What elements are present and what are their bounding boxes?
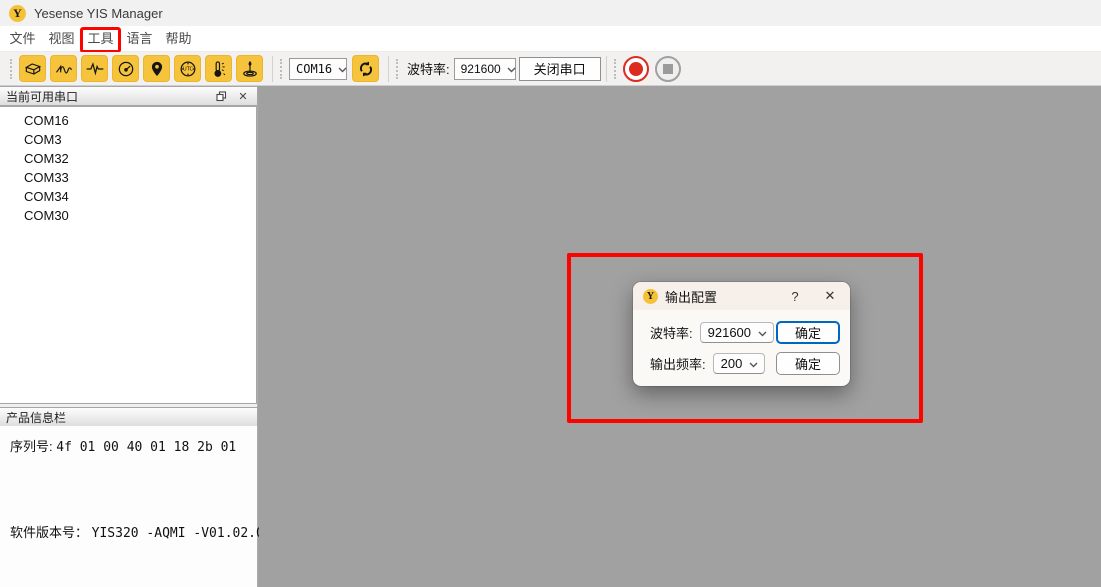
cube-3d-icon — [23, 59, 43, 79]
toolbar-grip-icon — [396, 59, 399, 79]
serial-number-label: 序列号: — [10, 439, 53, 454]
attitude-wave-button[interactable] — [50, 55, 77, 82]
toolbar-separator — [606, 56, 607, 82]
serial-number-value: 4f 01 00 40 01 18 2b 01 — [56, 440, 236, 455]
product-info-title: 产品信息栏 — [6, 409, 66, 426]
port-list-item[interactable]: COM33 — [0, 168, 256, 187]
dialog-baud-value: 921600 — [708, 325, 751, 340]
serial-panel-header: 当前可用串口 ✕ — [0, 86, 258, 106]
record-icon — [629, 62, 643, 76]
port-list-item[interactable]: COM30 — [0, 206, 256, 225]
product-info-body: 序列号: 4f 01 00 40 01 18 2b 01 软件版本号： YIS3… — [0, 426, 257, 587]
dialog-baud-combo[interactable]: 921600 — [700, 322, 774, 343]
gauge-icon — [116, 59, 136, 79]
gauge-button[interactable] — [112, 55, 139, 82]
menu-view[interactable]: 视图 — [42, 27, 81, 51]
menu-language[interactable]: 语言 — [120, 27, 159, 51]
baud-combo[interactable]: 921600 — [454, 58, 516, 80]
dialog-output-rate-value: 200 — [721, 356, 743, 371]
utc-time-button[interactable]: UTC — [174, 55, 201, 82]
output-rate-row: 输出频率: 200 确定 — [633, 352, 850, 374]
close-serial-port-button[interactable]: 关闭串口 — [519, 57, 601, 81]
baud-ok-button[interactable]: 确定 — [776, 321, 840, 344]
port-list-item[interactable]: COM3 — [0, 130, 256, 149]
location-button[interactable] — [143, 55, 170, 82]
chevron-down-icon — [507, 62, 516, 76]
menu-file[interactable]: 文件 — [3, 27, 42, 51]
firmware-version-value: YIS320 -AQMI -V01.02.03; — [92, 526, 280, 541]
baud-rate-row: 波特率: 921600 确定 — [633, 321, 850, 343]
baud-rate-label: 波特率: — [407, 59, 450, 78]
dialog-help-button[interactable]: ? — [786, 289, 804, 304]
refresh-ports-button[interactable] — [352, 55, 379, 82]
dialog-close-button[interactable]: ✕ — [820, 288, 840, 304]
toolbar-grip-icon — [10, 59, 13, 79]
window-title: Yesense YIS Manager — [34, 6, 163, 21]
port-combo-value: COM16 — [296, 62, 332, 76]
dialog-title-bar: Y 输出配置 ? ✕ — [633, 282, 850, 310]
serial-panel-title: 当前可用串口 — [6, 88, 78, 105]
port-combo[interactable]: COM16 — [289, 58, 347, 80]
title-bar: Y Yesense YIS Manager — [0, 0, 1101, 26]
toolbar-grip-icon — [614, 59, 617, 79]
port-list-item[interactable]: COM34 — [0, 187, 256, 206]
stop-icon — [663, 64, 673, 74]
serial-number-row: 序列号: 4f 01 00 40 01 18 2b 01 — [10, 436, 236, 455]
dialog-output-rate-label: 输出频率: — [650, 354, 706, 373]
output-rate-ok-button[interactable]: 确定 — [776, 352, 840, 375]
menu-help[interactable]: 帮助 — [159, 27, 198, 51]
pulse-wave-button[interactable] — [81, 55, 108, 82]
utc-clock-icon: UTC — [178, 59, 198, 79]
temperature-button[interactable] — [205, 55, 232, 82]
close-panel-icon[interactable]: ✕ — [235, 88, 251, 104]
toolbar: UTC COM16 波特率: 921600 关闭串口 — [0, 52, 1101, 86]
toolbar-separator — [272, 56, 273, 82]
float-panel-icon[interactable] — [213, 88, 229, 104]
menu-tools[interactable]: 工具 — [81, 27, 120, 51]
dialog-output-rate-combo[interactable]: 200 — [713, 353, 766, 374]
view-3d-button[interactable] — [19, 55, 46, 82]
toolbar-separator — [388, 56, 389, 82]
toolbar-grip-icon — [280, 59, 283, 79]
output-config-dialog: Y 输出配置 ? ✕ 波特率: 921600 确定 输出频率: 200 确定 — [633, 282, 850, 386]
firmware-version-label: 软件版本号： — [10, 525, 88, 540]
refresh-icon — [357, 60, 375, 78]
port-list-item[interactable]: COM16 — [0, 111, 256, 130]
chevron-down-icon — [758, 325, 767, 340]
dialog-baud-label: 波特率: — [650, 323, 693, 342]
joystick-icon — [240, 59, 260, 79]
pulse-waveform-icon — [85, 59, 105, 79]
app-logo-icon: Y — [9, 5, 26, 22]
angle-waveform-icon — [54, 59, 74, 79]
port-list: COM16 COM3 COM32 COM33 COM34 COM30 — [0, 106, 257, 404]
dialog-title: 输出配置 — [665, 287, 786, 306]
location-pin-icon — [147, 59, 167, 79]
app-logo-icon: Y — [643, 289, 658, 304]
product-info-header: 产品信息栏 — [0, 407, 258, 427]
joystick-button[interactable] — [236, 55, 263, 82]
chevron-down-icon — [338, 62, 347, 76]
chevron-down-icon — [749, 356, 758, 371]
app-window: Y Yesense YIS Manager 文件 视图 工具 语言 帮助 UTC — [0, 0, 1101, 587]
menu-bar: 文件 视图 工具 语言 帮助 — [0, 26, 1101, 52]
baud-combo-value: 921600 — [461, 62, 501, 76]
serial-port-panel: 当前可用串口 ✕ COM16 COM3 COM32 COM33 COM34 CO… — [0, 86, 258, 587]
record-button[interactable] — [623, 56, 649, 82]
port-list-item[interactable]: COM32 — [0, 149, 256, 168]
thermometer-icon — [209, 59, 229, 79]
stop-button[interactable] — [655, 56, 681, 82]
svg-text:UTC: UTC — [183, 66, 193, 72]
firmware-version-row: 软件版本号： YIS320 -AQMI -V01.02.03; — [10, 522, 279, 541]
